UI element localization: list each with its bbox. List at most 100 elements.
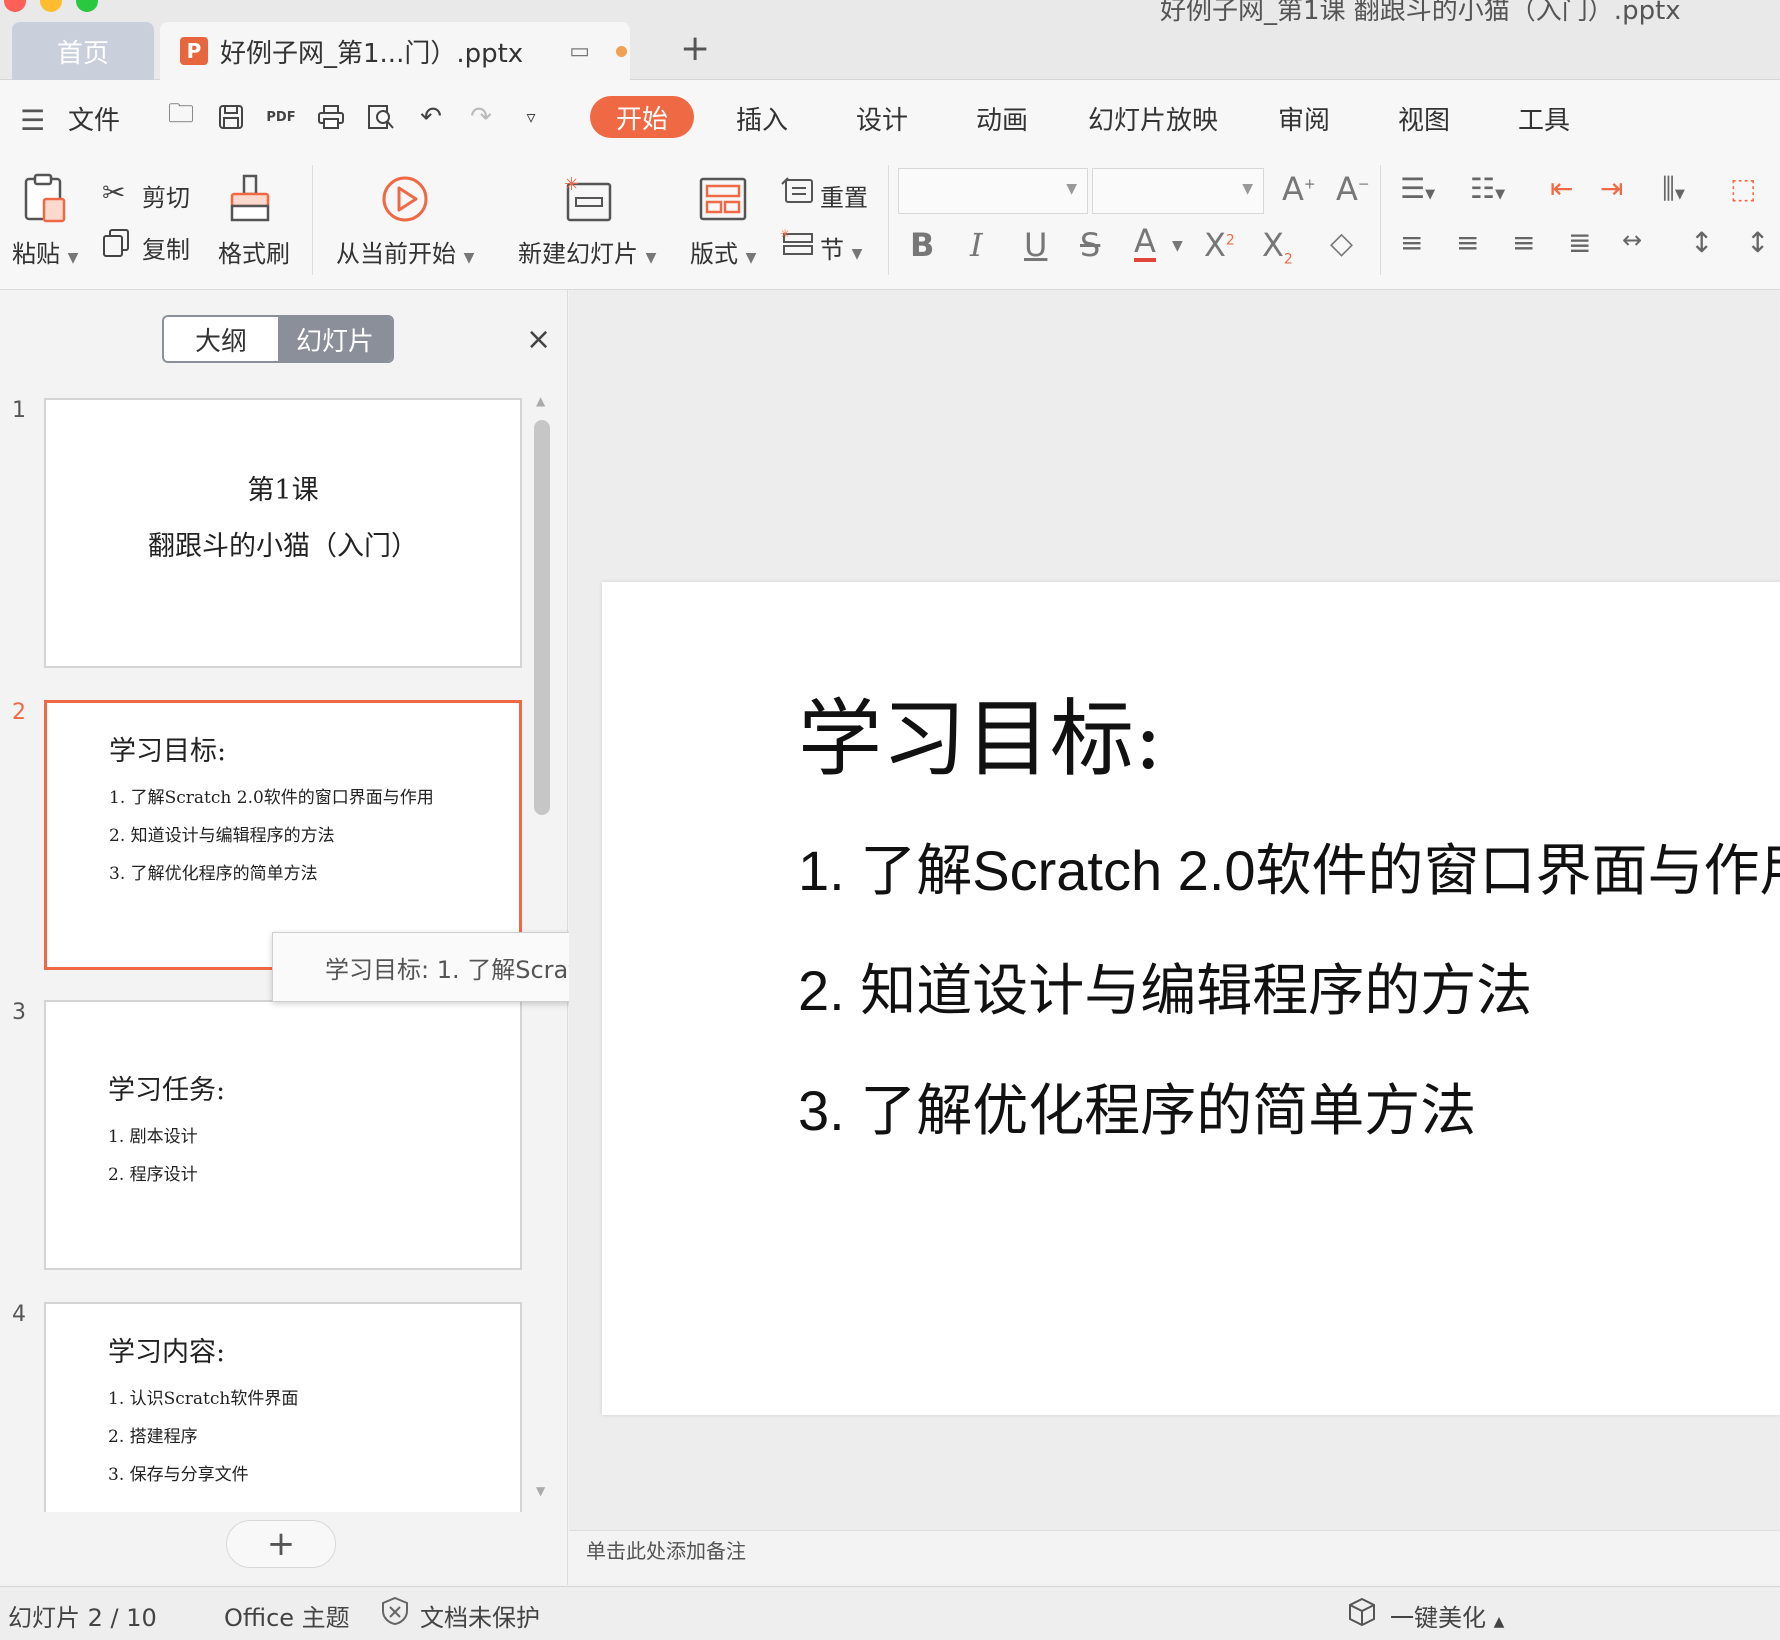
- ribbon-separator: [1380, 165, 1381, 275]
- screen-icon[interactable]: ▭: [569, 39, 590, 64]
- add-slide-button[interactable]: +: [226, 1520, 336, 1568]
- copy-button[interactable]: 复制: [142, 230, 190, 265]
- tab-document[interactable]: P 好例子网_第1...门）.pptx ▭: [160, 22, 630, 80]
- close-panel-icon[interactable]: ×: [526, 322, 551, 357]
- format-painter-button[interactable]: 格式刷: [218, 234, 290, 269]
- superscript-icon[interactable]: X2: [1204, 226, 1235, 264]
- text-box-icon[interactable]: ⬚: [1730, 172, 1756, 205]
- new-slide-button[interactable]: 新建幻灯片 ▼: [518, 234, 656, 269]
- paste-button[interactable]: 粘贴 ▼: [12, 234, 78, 269]
- layout-button[interactable]: 版式 ▼: [690, 234, 756, 269]
- ribbon-separator: [888, 165, 889, 275]
- tab-slides[interactable]: 幻灯片: [278, 317, 392, 361]
- menu-file[interactable]: 文件: [68, 100, 120, 137]
- line-spacing-icon[interactable]: ↕: [1690, 226, 1713, 259]
- notes-pane[interactable]: [569, 1530, 1780, 1586]
- menu-tab-view[interactable]: 视图: [1398, 100, 1450, 137]
- align-center-icon[interactable]: ≡: [1456, 226, 1479, 259]
- thumb-title: 学习任务:: [108, 1075, 226, 1106]
- thumb-title: 学习目标:: [109, 736, 227, 767]
- scissors-icon[interactable]: ✂: [102, 176, 125, 209]
- tab-document-label: 好例子网_第1...门）.pptx: [220, 38, 524, 69]
- thumb-item: 3. 了解优化程序的简单方法: [109, 864, 318, 884]
- slide-bullet-item[interactable]: 1. 了解Scratch 2.0软件的窗口界面与作用: [798, 826, 1780, 907]
- slide-title[interactable]: 学习目标:: [798, 672, 1162, 793]
- clear-format-eraser-icon[interactable]: ◇: [1330, 226, 1353, 261]
- export-pdf-icon[interactable]: PDF: [266, 102, 296, 132]
- document-protection-status[interactable]: 文档未保护: [420, 1598, 540, 1633]
- align-right-icon[interactable]: ≡: [1512, 226, 1535, 259]
- slide-thumbnail-1[interactable]: 第1课 翻跟斗的小猫（入门）: [44, 398, 522, 668]
- svg-text:✳: ✳: [780, 228, 790, 241]
- section-button[interactable]: 节 ▼: [820, 230, 862, 265]
- scroll-up-arrow-icon[interactable]: ▲: [536, 394, 545, 408]
- numbered-list-icon[interactable]: ☷▼: [1470, 172, 1505, 205]
- slide-bullet-item[interactable]: 3. 了解优化程序的简单方法: [798, 1066, 1476, 1147]
- hamburger-menu-icon[interactable]: ☰: [20, 104, 45, 137]
- print-icon[interactable]: [316, 102, 346, 132]
- pptx-file-icon: P: [180, 37, 208, 65]
- unsaved-dot-icon: [616, 45, 627, 57]
- justify-icon[interactable]: ≣: [1568, 226, 1591, 259]
- distributed-align-icon[interactable]: ↔: [1622, 226, 1642, 254]
- copy-icon[interactable]: [102, 228, 130, 258]
- menu-tab-design[interactable]: 设计: [856, 100, 908, 137]
- thumb-item: 1. 认识Scratch软件界面: [108, 1389, 299, 1409]
- print-preview-icon[interactable]: [366, 102, 396, 132]
- thumb-item: 2. 知道设计与编辑程序的方法: [109, 826, 335, 846]
- slide-number: 4: [12, 1302, 26, 1327]
- decrease-indent-icon[interactable]: ⇤: [1550, 172, 1573, 205]
- notes-placeholder[interactable]: 单击此处添加备注: [586, 1535, 746, 1564]
- beautify-icon[interactable]: [1346, 1596, 1378, 1628]
- slide-bullet-item[interactable]: 2. 知道设计与编辑程序的方法: [798, 946, 1532, 1027]
- redo-icon[interactable]: ↷: [466, 102, 496, 132]
- new-tab-button[interactable]: +: [680, 28, 710, 69]
- paragraph-spacing-icon[interactable]: ↕: [1746, 226, 1769, 259]
- panel-scrollbar[interactable]: [534, 420, 550, 815]
- paste-icon[interactable]: [20, 172, 70, 226]
- bold-icon[interactable]: B: [910, 226, 934, 264]
- decrease-font-size-icon[interactable]: A−: [1336, 170, 1370, 208]
- font-color-dropdown-icon[interactable]: ▼: [1172, 238, 1183, 254]
- menu-tab-review[interactable]: 审阅: [1278, 100, 1330, 137]
- tab-outline[interactable]: 大纲: [164, 317, 278, 361]
- menu-tab-slideshow[interactable]: 幻灯片放映: [1088, 100, 1218, 137]
- bullet-list-icon[interactable]: ☰▼: [1400, 172, 1435, 205]
- open-folder-icon[interactable]: 🗀: [166, 99, 196, 132]
- increase-font-size-icon[interactable]: A+: [1282, 170, 1316, 208]
- format-painter-icon[interactable]: [228, 174, 276, 224]
- save-icon[interactable]: [216, 102, 246, 132]
- play-from-current-icon[interactable]: [380, 174, 430, 224]
- menu-tab-animation[interactable]: 动画: [976, 100, 1028, 137]
- scroll-down-arrow-icon[interactable]: ▼: [536, 1484, 545, 1498]
- slide-thumbnail-3[interactable]: 学习任务: 1. 剧本设计 2. 程序设计: [44, 1000, 522, 1270]
- reset-button[interactable]: 重置: [820, 178, 868, 213]
- italic-icon[interactable]: I: [970, 226, 983, 264]
- text-direction-icon[interactable]: ⫼▼: [1662, 172, 1685, 206]
- cut-button[interactable]: 剪切: [142, 178, 190, 213]
- increase-indent-icon[interactable]: ⇥: [1600, 172, 1623, 205]
- reset-icon[interactable]: [780, 176, 814, 206]
- tab-home[interactable]: 首页: [12, 22, 154, 80]
- undo-icon[interactable]: ↶: [416, 102, 446, 132]
- new-slide-icon[interactable]: ✳: [564, 174, 614, 224]
- menu-tab-start[interactable]: 开始: [590, 96, 694, 138]
- font-color-icon[interactable]: A: [1134, 224, 1156, 262]
- section-icon[interactable]: ✳: [780, 227, 814, 258]
- one-click-beautify-button[interactable]: 一键美化 ▲: [1390, 1598, 1504, 1633]
- slide-thumbnail-4[interactable]: 学习内容: 1. 认识Scratch软件界面 2. 搭建程序 3. 保存与分享文…: [44, 1302, 522, 1512]
- font-family-select[interactable]: ▼: [898, 168, 1088, 214]
- slide-thumbnail-2[interactable]: 学习目标: 1. 了解Scratch 2.0软件的窗口界面与作用 2. 知道设计…: [44, 700, 522, 970]
- underline-icon[interactable]: U: [1024, 226, 1047, 264]
- subscript-icon[interactable]: X2: [1262, 226, 1293, 267]
- from-current-button[interactable]: 从当前开始 ▼: [336, 234, 474, 269]
- align-left-icon[interactable]: ≡: [1400, 226, 1423, 259]
- quick-access-dropdown-icon[interactable]: ▿: [516, 102, 546, 132]
- theme-name[interactable]: Office 主题: [224, 1598, 350, 1633]
- layout-icon[interactable]: [698, 176, 748, 224]
- font-size-select[interactable]: ▼: [1092, 168, 1264, 214]
- window-title: 好例子网_第1课 翻跟斗的小猫（入门）.pptx: [1160, 0, 1681, 26]
- menu-tab-tools[interactable]: 工具: [1518, 100, 1570, 137]
- strikethrough-icon[interactable]: S: [1080, 226, 1100, 264]
- menu-tab-insert[interactable]: 插入: [736, 100, 788, 137]
